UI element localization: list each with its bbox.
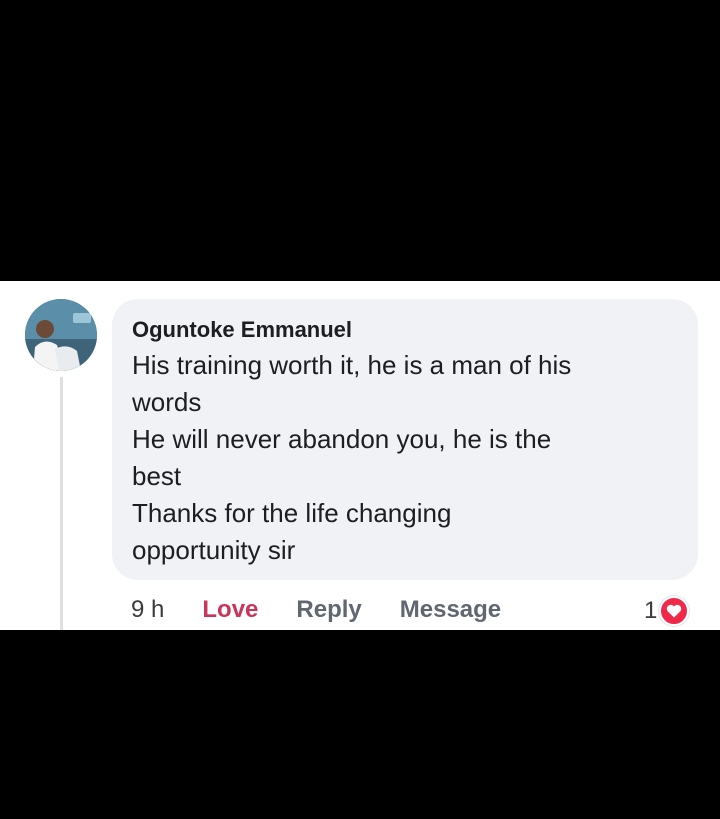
comment-panel: Oguntoke Emmanuel His training worth it,… <box>0 281 720 630</box>
reaction-summary[interactable]: 1 <box>644 595 690 627</box>
comment-bubble: Oguntoke Emmanuel His training worth it,… <box>112 299 698 580</box>
comment-line: He will never abandon you, he is the <box>132 424 552 454</box>
heart-icon <box>659 596 690 626</box>
love-button[interactable]: Love <box>202 596 258 624</box>
reply-button[interactable]: Reply <box>296 596 361 624</box>
screenshot-frame: Oguntoke Emmanuel His training worth it,… <box>0 0 720 819</box>
comment-line: opportunity sir <box>132 535 296 565</box>
comment-line: His training worth it, he is a man of hi… <box>132 350 572 380</box>
comment-line: Thanks for the life changing <box>132 498 452 528</box>
thread-line <box>60 377 63 630</box>
comment-line: best <box>132 461 182 491</box>
avatar-photo-icon <box>25 299 97 371</box>
reaction-count: 1 <box>644 597 658 624</box>
comment-author[interactable]: Oguntoke Emmanuel <box>132 315 678 347</box>
avatar[interactable] <box>25 299 97 371</box>
comment-text: His training worth it, he is a man of hi… <box>132 347 678 569</box>
message-button[interactable]: Message <box>400 596 501 624</box>
comment-actions: 9 h Love Reply Message <box>131 593 501 627</box>
comment-line: words <box>132 387 202 417</box>
timestamp[interactable]: 9 h <box>131 596 164 624</box>
